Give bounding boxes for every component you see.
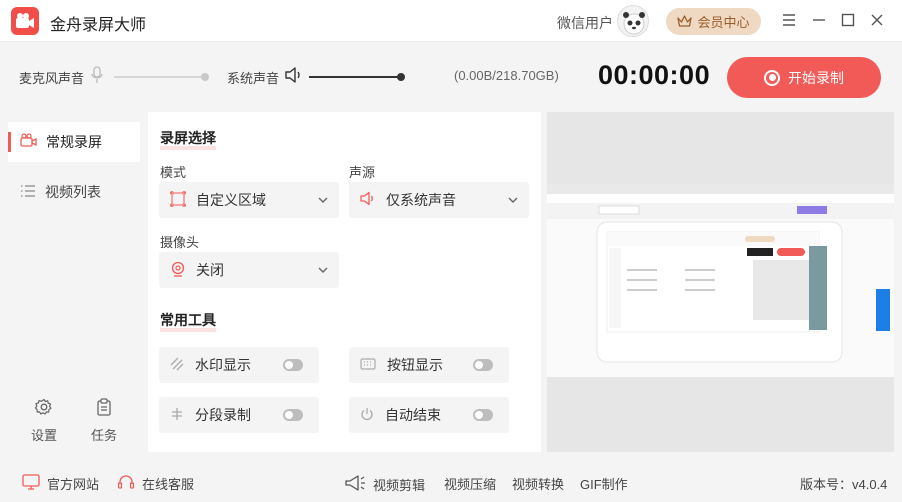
system-volume-knob[interactable] [397, 73, 405, 81]
gif-make-link[interactable]: GIF制作 [580, 474, 628, 493]
camera-value: 关闭 [196, 262, 224, 278]
chevron-down-icon [507, 193, 519, 209]
storage-indicator: (0.00B/218.70GB) [454, 68, 559, 83]
segment-toggle-row[interactable]: 分段录制 [159, 397, 319, 433]
monitor-icon [22, 474, 40, 493]
settings-panel: 录屏选择 模式 自定义区域 声源 仅系统声音 摄像头 关闭 常用工具 水印显示 … [148, 112, 541, 452]
sidebar-item-label: 常规录屏 [46, 134, 102, 150]
settings-button[interactable]: 设置 [24, 398, 64, 444]
video-compress-label: 视频压缩 [444, 477, 497, 492]
video-edit-link[interactable]: 视频剪辑 [344, 474, 425, 495]
list-icon [20, 184, 36, 201]
sidebar-item-label: 视频列表 [45, 184, 101, 200]
camera-select[interactable]: 关闭 [159, 252, 339, 288]
sidebar-item-screen-record[interactable]: 常规录屏 [8, 122, 140, 162]
region-icon [170, 190, 186, 210]
screen-preview [547, 112, 894, 452]
tasks-button[interactable]: 任务 [84, 398, 124, 444]
keypress-toggle-row[interactable]: 按钮显示 [349, 347, 509, 383]
mode-label: 模式 [160, 165, 187, 180]
mode-select[interactable]: 自定义区域 [159, 182, 339, 218]
video-edit-label: 视频剪辑 [373, 478, 426, 493]
megaphone-icon [344, 474, 366, 495]
webcam-icon [170, 261, 186, 280]
system-volume-slider[interactable] [309, 76, 401, 78]
watermark-icon [170, 357, 184, 374]
gear-icon [24, 398, 64, 419]
microphone-icon[interactable] [90, 66, 104, 87]
start-record-label: 开始录制 [788, 69, 844, 86]
sidebar-item-video-list[interactable]: 视频列表 [8, 172, 140, 212]
menu-icon[interactable] [779, 10, 799, 30]
keyboard-icon [360, 357, 376, 373]
online-support-label: 在线客服 [142, 477, 195, 492]
record-timer: 00:00:00 [598, 60, 711, 90]
power-icon [360, 407, 374, 424]
chevron-down-icon [317, 193, 329, 209]
official-website-label: 官方网站 [47, 477, 100, 492]
online-support-link[interactable]: 在线客服 [117, 474, 194, 493]
auto-stop-toggle[interactable] [473, 409, 493, 421]
video-convert-link[interactable]: 视频转换 [512, 474, 564, 493]
version-info: 版本号：v4.0.4 [800, 474, 887, 493]
tool-label: 按钮显示 [387, 357, 443, 373]
avatar[interactable] [617, 5, 649, 37]
video-camera-icon [20, 133, 37, 151]
tools-section-title: 常用工具 [160, 312, 216, 332]
mic-volume-slider[interactable] [114, 76, 206, 78]
audio-source-label: 声源 [349, 165, 376, 180]
clipboard-icon [84, 398, 124, 419]
watermark-toggle[interactable] [283, 359, 303, 371]
close-icon[interactable] [867, 10, 887, 30]
tool-label: 分段录制 [195, 407, 251, 423]
app-title: 金舟录屏大师 [50, 17, 147, 34]
minimize-icon[interactable] [809, 10, 829, 30]
official-website-link[interactable]: 官方网站 [22, 474, 99, 493]
headset-icon [117, 474, 135, 493]
chevron-down-icon [317, 263, 329, 279]
member-center-label: 会员中心 [697, 15, 750, 30]
gif-make-label: GIF制作 [580, 477, 628, 492]
speaker-icon[interactable] [284, 67, 302, 86]
segment-icon [170, 407, 184, 424]
tool-label: 自动结束 [385, 407, 441, 423]
tasks-label: 任务 [90, 428, 117, 443]
video-compress-link[interactable]: 视频压缩 [444, 474, 496, 493]
audio-source-select[interactable]: 仅系统声音 [349, 182, 529, 218]
screen-section-title: 录屏选择 [160, 130, 216, 150]
maximize-icon[interactable] [838, 10, 858, 30]
system-sound-label: 系统声音 [227, 71, 280, 86]
preview-margin-top [547, 112, 894, 184]
version-label: 版本号：v4.0.4 [800, 477, 888, 492]
audio-source-value: 仅系统声音 [386, 192, 456, 208]
preview-margin-bottom [547, 377, 894, 452]
segment-toggle[interactable] [283, 409, 303, 421]
settings-label: 设置 [30, 428, 57, 443]
member-center-button[interactable]: 会员中心 [666, 8, 761, 35]
footer: 官方网站 在线客服 视频剪辑 视频压缩 视频转换 GIF制作 版本号：v4.0.… [0, 462, 902, 502]
start-record-button[interactable]: 开始录制 [727, 57, 881, 98]
app-logo [11, 7, 39, 35]
user-name[interactable]: 微信用户 [557, 13, 613, 33]
video-convert-label: 视频转换 [512, 477, 565, 492]
mode-value: 自定义区域 [196, 192, 266, 208]
record-icon [764, 69, 780, 86]
camera-label: 摄像头 [160, 235, 200, 250]
keypress-toggle[interactable] [473, 359, 493, 371]
crown-icon [677, 15, 693, 27]
speaker-icon [360, 191, 376, 209]
title-bar: 金舟录屏大师 微信用户 会员中心 [0, 0, 902, 42]
toolbar: 麦克风声音 系统声音 (0.00B/218.70GB) 00:00:00 开始录… [0, 42, 902, 112]
main-area: 常规录屏 视频列表 设置 任务 录屏选择 模式 自定义区域 声源 仅系统声音 摄… [0, 112, 902, 462]
sidebar: 常规录屏 视频列表 设置 任务 [0, 112, 147, 462]
mic-label: 麦克风声音 [19, 71, 85, 86]
watermark-toggle-row[interactable]: 水印显示 [159, 347, 319, 383]
mic-volume-knob[interactable] [201, 73, 209, 81]
tool-label: 水印显示 [195, 357, 251, 373]
preview-screenshot [547, 184, 894, 377]
auto-stop-toggle-row[interactable]: 自动结束 [349, 397, 509, 433]
